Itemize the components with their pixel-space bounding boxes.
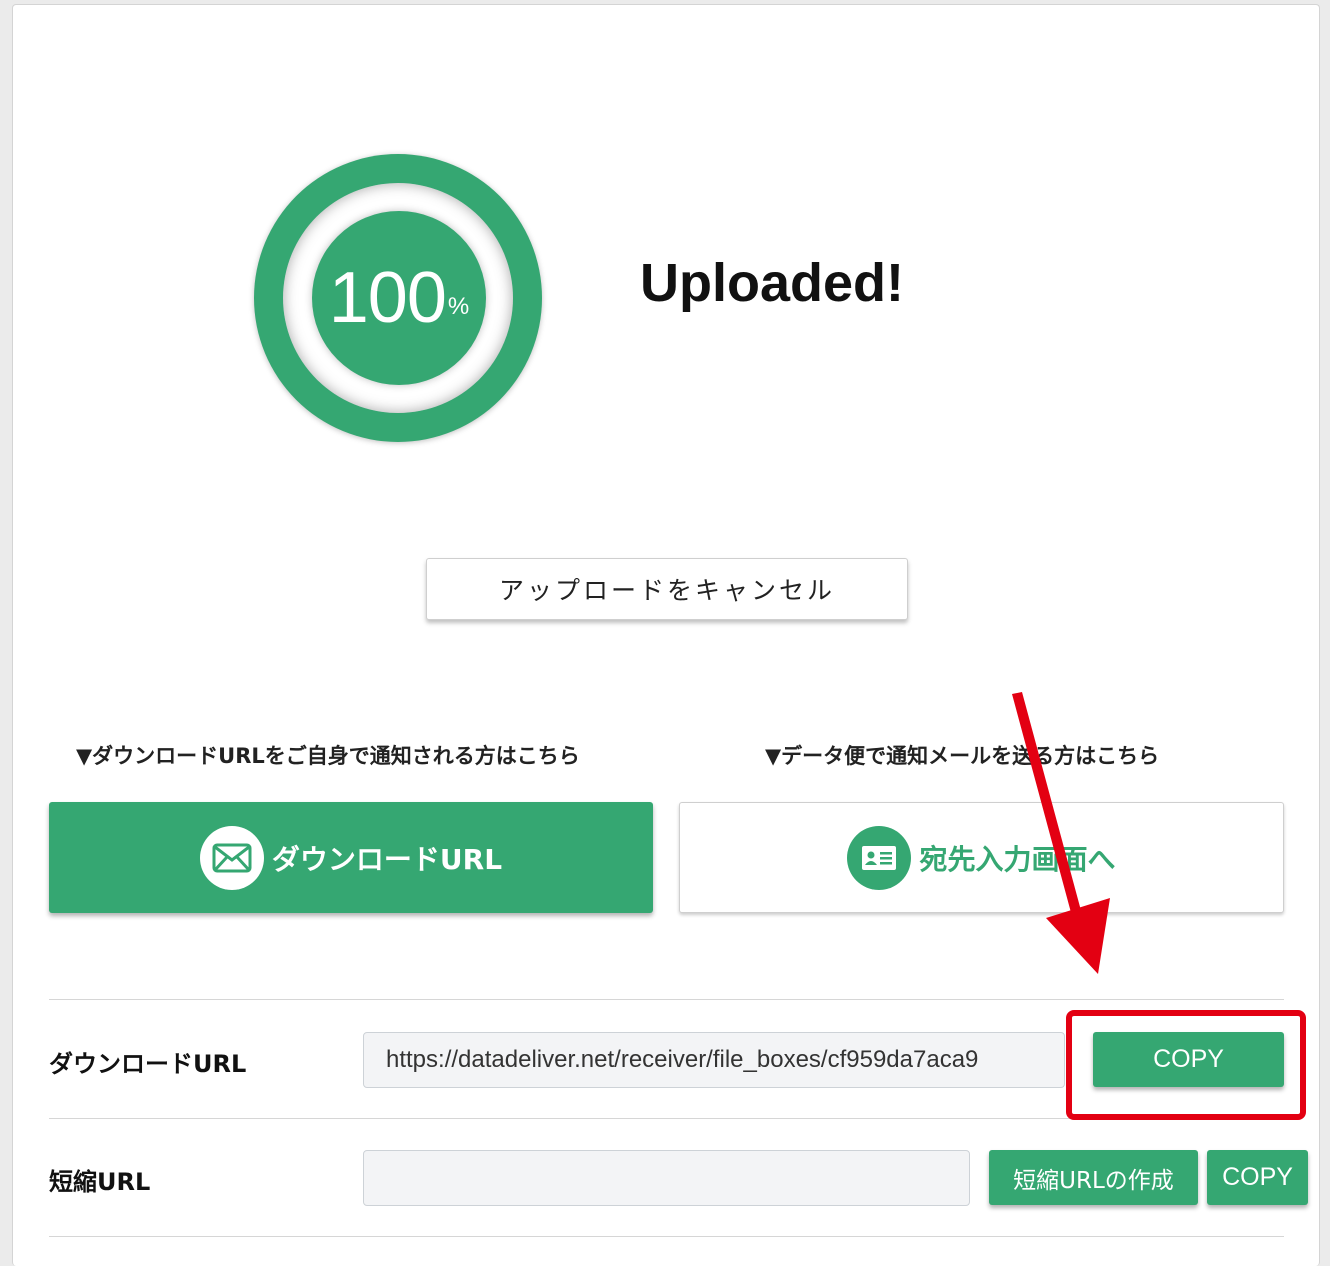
annotation-arrow-icon <box>1012 692 1110 974</box>
